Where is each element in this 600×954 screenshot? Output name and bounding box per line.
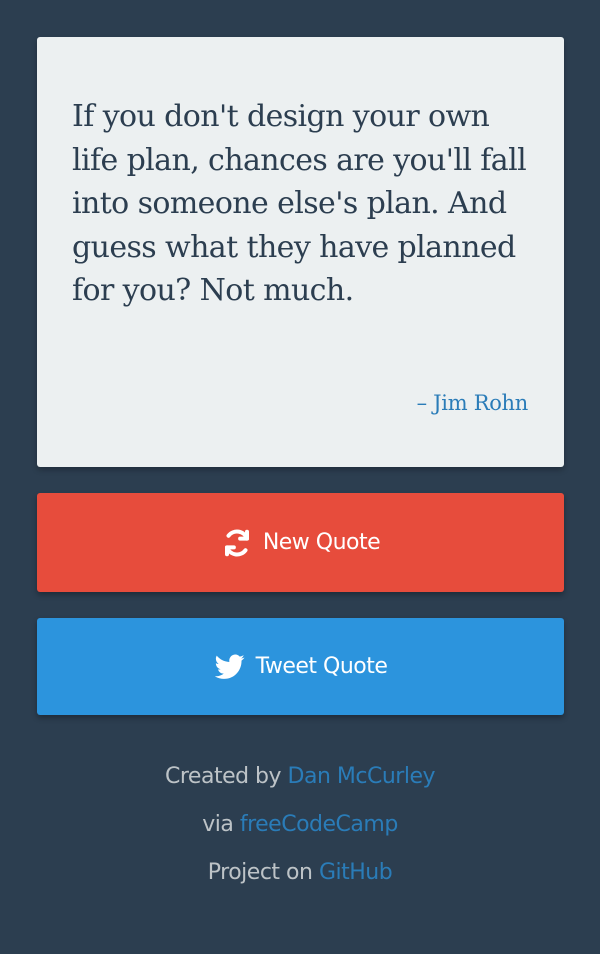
- footer-via-prefix: via: [202, 812, 234, 837]
- footer-via-line: via freeCodeCamp: [0, 805, 600, 853]
- twitter-icon: [214, 651, 246, 683]
- footer-project-line: Project on GitHub: [0, 853, 600, 901]
- freecodecamp-link[interactable]: freeCodeCamp: [240, 812, 398, 837]
- quote-author: – Jim Rohn: [416, 391, 529, 415]
- footer-created-line: Created by Dan McCurley: [0, 757, 600, 805]
- footer-created-prefix: Created by: [165, 764, 282, 789]
- new-quote-label: New Quote: [262, 530, 381, 555]
- footer: Created by Dan McCurley via freeCodeCamp…: [0, 757, 600, 901]
- author-link[interactable]: Dan McCurley: [288, 764, 436, 789]
- github-link[interactable]: GitHub: [319, 860, 393, 885]
- quote-card: If you don't design your own life plan, …: [37, 37, 564, 467]
- footer-project-prefix: Project on: [207, 860, 313, 885]
- refresh-icon: [221, 527, 253, 559]
- quote-text: If you don't design your own life plan, …: [72, 99, 527, 308]
- tweet-quote-label: Tweet Quote: [255, 654, 388, 679]
- new-quote-button[interactable]: New Quote: [37, 493, 564, 592]
- tweet-quote-button[interactable]: Tweet Quote: [37, 618, 564, 715]
